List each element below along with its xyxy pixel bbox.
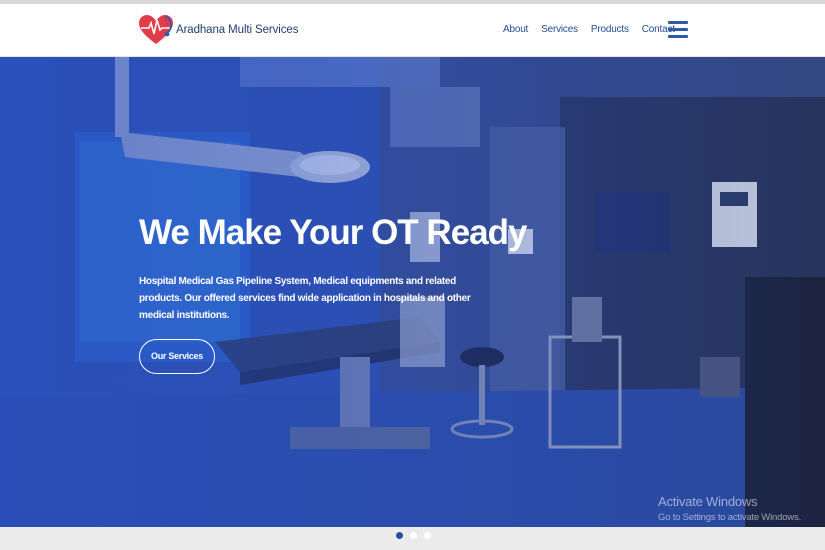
nav-link-services[interactable]: Services [541, 24, 578, 35]
site-header: Aradhana Multi Services About Services P… [0, 4, 825, 57]
brand-name: Aradhana Multi Services [176, 24, 299, 36]
watermark-title: Activate Windows [658, 494, 758, 509]
our-services-button[interactable]: Our Services [139, 339, 215, 374]
carousel-dot-1[interactable] [396, 532, 403, 539]
carousel-dot-3[interactable] [424, 532, 431, 539]
hero-title: We Make Your OT Ready [139, 213, 527, 252]
main-nav: About Services Products Contact [503, 24, 688, 35]
nav-link-about[interactable]: About [503, 24, 528, 35]
nav-link-products[interactable]: Products [591, 24, 629, 35]
heart-stethoscope-icon [139, 15, 173, 44]
hero-section: We Make Your OT Ready Hospital Medical G… [0, 57, 825, 527]
carousel-dot-2[interactable] [410, 532, 417, 539]
hamburger-menu-icon[interactable] [668, 21, 688, 38]
hero-description: Hospital Medical Gas Pipeline System, Me… [139, 276, 471, 321]
activate-windows-watermark: Activate Windows Go to Settings to activ… [658, 494, 801, 523]
brand-logo[interactable]: Aradhana Multi Services [138, 13, 298, 47]
watermark-subtitle: Go to Settings to activate Windows. [658, 512, 801, 523]
carousel-indicators [396, 532, 431, 539]
